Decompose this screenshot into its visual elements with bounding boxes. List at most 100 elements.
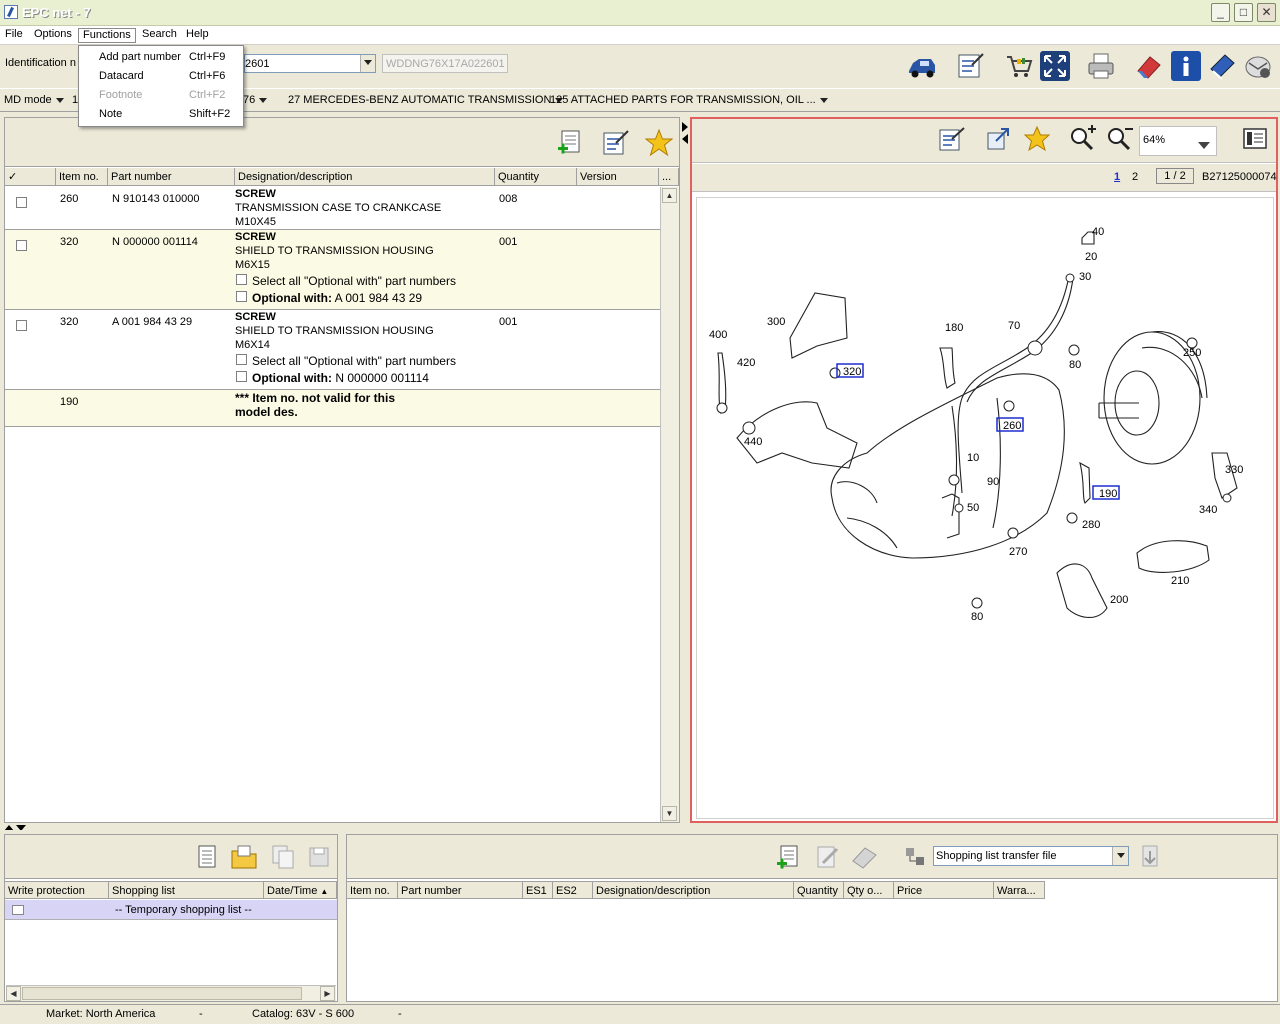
shopping-list-row[interactable]: -- Temporary shopping list --: [5, 900, 337, 920]
page-link-2[interactable]: 2: [1132, 171, 1138, 183]
manual-icon[interactable]: [1207, 51, 1237, 81]
add-part-icon[interactable]: [556, 128, 584, 158]
transfer-icon[interactable]: [903, 843, 927, 871]
row-checkbox[interactable]: [16, 320, 27, 331]
page-nav-bar: 1 2 1 / 2 B27125000074: [692, 164, 1277, 192]
cart-header-es1[interactable]: ES1: [523, 881, 553, 899]
favorite-star-icon[interactable]: [1023, 125, 1051, 153]
callout-label: 320: [843, 366, 861, 378]
optional-with-checkbox[interactable]: [236, 371, 247, 382]
header-description[interactable]: Designation/description: [235, 168, 495, 186]
table-row[interactable]: 190 *** Item no. not valid for this mode…: [5, 390, 660, 427]
cart-header-qty-ordered[interactable]: Qty o...: [844, 881, 894, 899]
splitter-arrows[interactable]: [682, 120, 688, 144]
mail-icon[interactable]: [1243, 51, 1273, 81]
vin-field[interactable]: WDDNG76X17A022601: [382, 54, 508, 73]
cart-header-es2[interactable]: ES2: [553, 881, 593, 899]
parts-scrollbar[interactable]: ▲ ▼: [660, 187, 679, 822]
maximize-button[interactable]: □: [1234, 3, 1253, 22]
transfer-file-value: Shopping list transfer file: [936, 850, 1057, 862]
edit-list-icon[interactable]: [601, 128, 629, 158]
cart-header-quantity[interactable]: Quantity: [794, 881, 844, 899]
close-button[interactable]: ✕: [1257, 3, 1276, 22]
optional-with-checkbox[interactable]: [236, 291, 247, 302]
scroll-down-button[interactable]: ▼: [662, 806, 677, 821]
menu-item-note[interactable]: Note Shift+F2: [79, 105, 243, 123]
header-version[interactable]: Version: [577, 168, 659, 186]
shopping-cart-icon[interactable]: [1004, 51, 1034, 81]
menu-functions[interactable]: Functions: [78, 28, 136, 43]
minimize-button[interactable]: _: [1211, 3, 1230, 22]
menu-file[interactable]: File: [1, 28, 27, 43]
header-write-protection[interactable]: Write protection: [5, 881, 109, 899]
copy-icon[interactable]: [269, 843, 297, 871]
row-checkbox[interactable]: [16, 197, 27, 208]
shopping-hscrollbar[interactable]: ◀ ▶: [6, 985, 336, 1001]
header-check[interactable]: ✓: [5, 168, 56, 186]
new-list-icon[interactable]: [193, 843, 221, 871]
open-folder-icon[interactable]: [230, 843, 260, 871]
table-row[interactable]: 260 N 910143 010000 SCREW TRANSMISSION C…: [5, 187, 660, 230]
open-window-icon[interactable]: [984, 125, 1012, 153]
chevron-down-icon[interactable]: [360, 55, 375, 72]
table-row[interactable]: 320 N 000000 001114 SCREW SHIELD TO TRAN…: [5, 230, 660, 310]
menu-item-datacard[interactable]: Datacard Ctrl+F6: [79, 67, 243, 85]
select-all-checkbox[interactable]: [236, 274, 247, 285]
chevron-down-icon[interactable]: [1112, 847, 1128, 865]
header-quantity[interactable]: Quantity: [495, 168, 577, 186]
parts-diagram[interactable]: 40 20 30 70 80 250 400 300 180 420 320 2…: [696, 197, 1274, 819]
scroll-up-button[interactable]: ▲: [662, 188, 677, 203]
menu-item-footnote: Footnote Ctrl+F2: [99, 89, 226, 101]
edit-list-icon[interactable]: [936, 125, 966, 153]
cart-header-item-no[interactable]: Item no.: [347, 881, 398, 899]
printer-icon[interactable]: [1086, 51, 1116, 81]
drawing-viewer-pane: 64% 1 2 1 / 2 B27125000074 40 20 30 70 8…: [690, 117, 1278, 823]
menu-options[interactable]: Options: [30, 28, 76, 43]
cart-header-price[interactable]: Price: [894, 881, 994, 899]
cart-header-part-number[interactable]: Part number: [398, 881, 523, 899]
mode-selector[interactable]: MD mode: [4, 94, 64, 106]
subgroup-selector[interactable]: 125 ATTACHED PARTS FOR TRANSMISSION, OIL…: [550, 94, 828, 106]
scroll-left-button[interactable]: ◀: [6, 986, 21, 1001]
callout-label: 330: [1225, 464, 1243, 476]
scroll-thumb[interactable]: [22, 987, 302, 1000]
zoom-out-icon[interactable]: [1105, 125, 1133, 153]
select-all-checkbox[interactable]: [236, 354, 247, 365]
zoom-select[interactable]: 64%: [1139, 126, 1217, 156]
add-part-icon[interactable]: [775, 843, 803, 871]
header-more[interactable]: ...: [659, 168, 679, 186]
save-icon[interactable]: [305, 843, 333, 871]
item-no: 320: [60, 236, 79, 248]
eraser-icon[interactable]: [849, 843, 879, 871]
page-link-1[interactable]: 1: [1114, 171, 1120, 183]
part-description: TRANSMISSION CASE TO CRANKCASE: [235, 202, 442, 214]
callout-label: 20: [1085, 251, 1097, 263]
header-date-time[interactable]: Date/Time ▲: [264, 881, 337, 899]
group-selector[interactable]: 27 MERCEDES-BENZ AUTOMATIC TRANSMISSION: [288, 94, 564, 106]
edit-part-icon[interactable]: [813, 843, 841, 871]
favorite-star-icon[interactable]: [644, 128, 674, 158]
checklist-icon[interactable]: [956, 51, 986, 81]
fullscreen-icon[interactable]: [1040, 51, 1070, 81]
row-checkbox[interactable]: [16, 240, 27, 251]
header-part-number[interactable]: Part number: [108, 168, 235, 186]
menu-item-add-part-number[interactable]: Add part number Ctrl+F9: [79, 48, 243, 66]
series-selector[interactable]: 76: [243, 94, 268, 106]
chevron-down-icon[interactable]: [1198, 139, 1210, 151]
transfer-file-select[interactable]: Shopping list transfer file: [933, 846, 1129, 866]
document-icon[interactable]: [1239, 125, 1271, 153]
download-icon[interactable]: [1137, 843, 1163, 871]
scroll-right-button[interactable]: ▶: [320, 986, 335, 1001]
eraser-icon[interactable]: [1134, 51, 1164, 81]
table-row[interactable]: 320 A 001 984 43 29 SCREW SHIELD TO TRAN…: [5, 310, 660, 390]
vehicle-icon[interactable]: [907, 51, 937, 81]
cart-header-warranty[interactable]: Warra...: [994, 881, 1045, 899]
header-shopping-list[interactable]: Shopping list: [109, 881, 264, 899]
header-item-no[interactable]: Item no.: [56, 168, 108, 186]
identification-combo[interactable]: 2601: [244, 54, 376, 73]
info-icon[interactable]: [1171, 51, 1201, 81]
menu-help[interactable]: Help: [182, 28, 213, 43]
cart-header-description[interactable]: Designation/description: [593, 881, 794, 899]
zoom-in-icon[interactable]: [1068, 125, 1096, 153]
menu-search[interactable]: Search: [138, 28, 181, 43]
